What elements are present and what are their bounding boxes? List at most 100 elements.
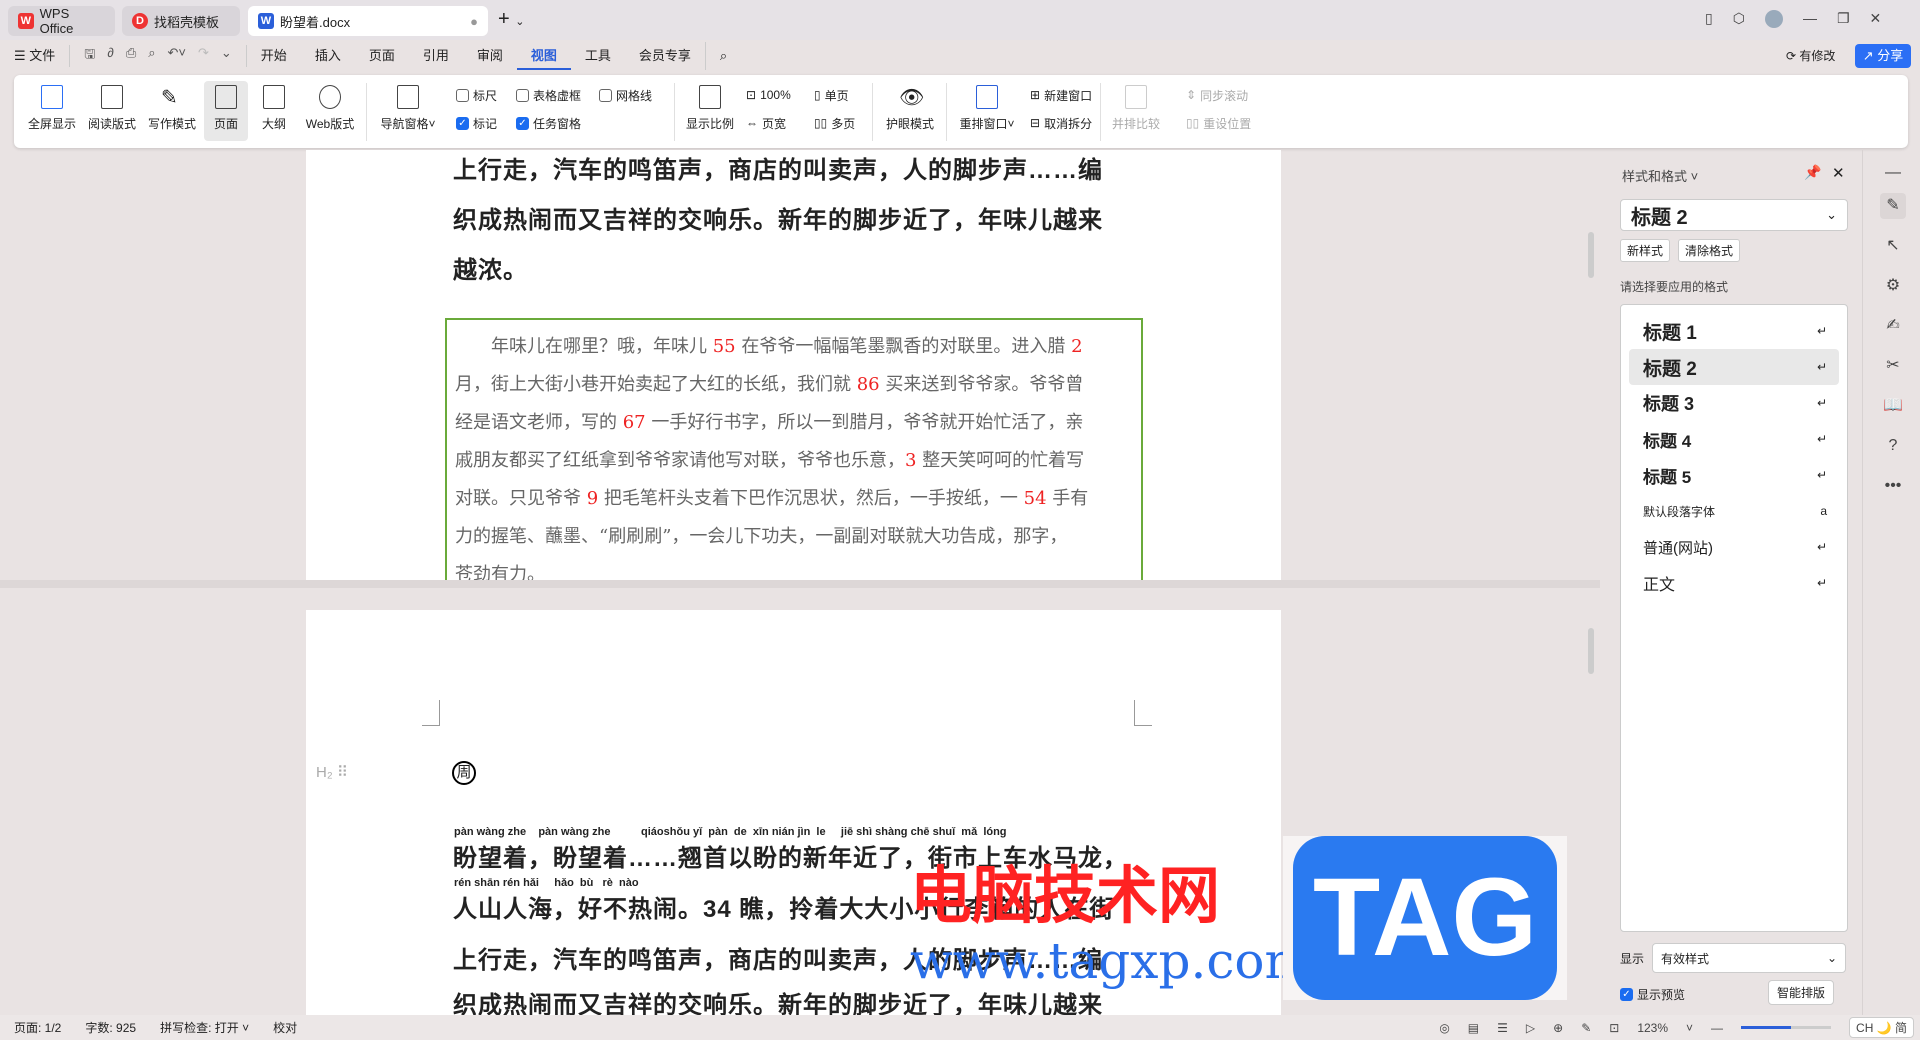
zoom-slider[interactable] — [1741, 1026, 1832, 1029]
cube-icon[interactable]: ⬡ — [1733, 10, 1745, 28]
sync-scroll-button[interactable]: ⇕ 同步滚动 — [1186, 85, 1248, 105]
clear-format-button[interactable]: 清除格式 — [1678, 239, 1741, 262]
multi-page-button[interactable]: ▯▯ 多页 — [814, 113, 855, 133]
print-preview-icon[interactable]: ⌕ — [148, 45, 155, 67]
pin-icon[interactable]: 📌 — [1804, 164, 1821, 181]
share-button[interactable]: ↗ 分享 — [1855, 44, 1911, 68]
smart-layout-button[interactable]: 智能排版 — [1768, 980, 1835, 1005]
outline-view-icon[interactable]: ☰ — [1497, 1021, 1508, 1035]
side-by-side-button[interactable]: 并排比较 — [1108, 81, 1164, 141]
new-window-button[interactable]: ⊞ 新建窗口 — [1030, 85, 1092, 105]
nav-pane-button[interactable]: 导航窗格˅ — [376, 81, 440, 141]
book-search-icon[interactable]: 📖 — [1880, 393, 1906, 419]
spell-check[interactable]: 拼写检查: 打开 ˅ — [160, 1019, 249, 1036]
panel-title[interactable]: 样式和格式 ˅ — [1622, 166, 1698, 185]
phone-icon[interactable]: ▯ — [1705, 10, 1713, 28]
fit-icon[interactable]: ⊡ — [1609, 1021, 1619, 1035]
play-icon[interactable]: ▷ — [1526, 1021, 1535, 1035]
heading-level-marker[interactable]: H₂ ⠿ — [316, 763, 348, 781]
eye-mode-button[interactable]: 👁 护眼模式 — [880, 81, 940, 141]
task-pane-checkbox[interactable]: ✓ 任务窗格 — [516, 113, 581, 133]
zoom-100-button[interactable]: ⊡ 100% — [746, 85, 791, 105]
ruler-checkbox[interactable]: 标尺 — [456, 85, 497, 105]
menu-page[interactable]: 页面 — [355, 42, 409, 70]
adjust-sliders-icon[interactable]: ⚙ — [1880, 273, 1906, 299]
unsaved-dot-icon[interactable]: ● — [470, 14, 478, 29]
write-icon[interactable]: ✎ — [1581, 1021, 1591, 1035]
tab-template[interactable]: D 找稻壳模板 — [122, 6, 240, 36]
current-style-dropdown[interactable]: 标题 2 ⌄ — [1620, 199, 1848, 231]
single-page-button[interactable]: ▯ 单页 — [814, 85, 849, 105]
web-view-icon[interactable]: ⊕ — [1553, 1021, 1563, 1035]
web-view-button[interactable]: Web版式 — [302, 81, 358, 141]
read-mode-button[interactable]: 阅读版式 — [86, 81, 138, 141]
menu-references[interactable]: 引用 — [409, 42, 463, 70]
minimize-button[interactable]: — — [1803, 10, 1817, 28]
new-tab-button[interactable]: + ⌄ — [498, 8, 524, 31]
menu-view[interactable]: 视图 — [516, 42, 571, 70]
style-item[interactable]: 标题 5 ↵ — [1629, 457, 1839, 493]
help-icon[interactable]: ? — [1880, 433, 1906, 459]
style-item[interactable]: 正文 ↵ — [1629, 565, 1839, 601]
style-item[interactable]: 普通(网站) ↵ — [1629, 529, 1839, 565]
search-icon[interactable]: ⌕ — [704, 42, 741, 70]
write-mode-button[interactable]: ✎ 写作模式 — [146, 81, 198, 141]
restore-button[interactable]: ❐ — [1837, 10, 1850, 28]
collapse-icon[interactable]: — — [1880, 160, 1906, 186]
menu-review[interactable]: 审阅 — [463, 42, 517, 70]
print-icon[interactable]: ⎙ — [126, 45, 136, 67]
show-preview-checkbox[interactable]: ✓ 显示预览 — [1620, 984, 1685, 1004]
new-style-button[interactable]: 新样式 — [1620, 239, 1671, 262]
style-item[interactable]: 标题 4 ↵ — [1629, 421, 1839, 457]
tab-document[interactable]: W 盼望着.docx ● — [248, 6, 488, 36]
tab-wps-office[interactable]: W WPS Office — [8, 6, 115, 36]
show-filter-dropdown[interactable]: 有效样式 ⌄ — [1652, 943, 1846, 973]
menu-insert[interactable]: 插入 — [301, 42, 355, 70]
scrollbar-top[interactable] — [1588, 232, 1594, 278]
file-menu[interactable]: ☰ 文件 — [0, 42, 69, 70]
table-grid-checkbox[interactable]: 表格虚框 — [516, 85, 581, 105]
avatar[interactable] — [1764, 10, 1783, 28]
style-item[interactable]: 标题 3 ↵ — [1629, 385, 1839, 421]
close-panel-icon[interactable]: ✕ — [1832, 164, 1845, 182]
more-icon[interactable]: ⌄ — [221, 45, 232, 67]
zoom-button[interactable]: 显示比例 — [682, 81, 738, 141]
page-view-button[interactable]: 页面 — [204, 81, 248, 141]
gridlines-checkbox[interactable]: 网格线 — [599, 85, 652, 105]
select-cursor-icon[interactable]: ↖ — [1880, 233, 1906, 259]
ime-indicator[interactable]: CH 🌙 简 — [1849, 1017, 1914, 1038]
more-options-icon[interactable]: ••• — [1880, 473, 1906, 499]
style-item[interactable]: 标题 1 ↵ — [1629, 313, 1839, 349]
split-divider[interactable] — [0, 580, 1600, 588]
rearrange-window-button[interactable]: 重排窗口˅ — [954, 81, 1020, 141]
menu-tools[interactable]: 工具 — [571, 42, 625, 70]
zoom-level[interactable]: 123% — [1637, 1021, 1668, 1035]
style-pen-icon[interactable]: ✎ — [1880, 193, 1906, 219]
zoom-out-button[interactable]: — — [1711, 1021, 1723, 1035]
fullscreen-button[interactable]: 全屏显示 — [26, 81, 78, 141]
menu-home[interactable]: 开始 — [247, 42, 301, 70]
scrollbar-bottom[interactable] — [1588, 628, 1594, 674]
ai-icon[interactable]: ✍ — [1880, 313, 1906, 339]
proofread-button[interactable]: 校对 — [273, 1019, 297, 1036]
page-view-icon[interactable]: ▤ — [1468, 1021, 1479, 1035]
save-icon[interactable]: 🖫 — [84, 45, 95, 67]
modified-status[interactable]: ⟳ 有修改 — [1786, 47, 1835, 64]
link-icon[interactable]: ∂ — [107, 45, 113, 67]
style-item[interactable]: 默认段落字体 a — [1629, 493, 1839, 529]
close-button[interactable]: ✕ — [1870, 10, 1882, 28]
eye-mode-icon[interactable]: ◎ — [1439, 1021, 1449, 1035]
reset-position-button[interactable]: ▯▯ 重设位置 — [1186, 113, 1251, 133]
outline-button[interactable]: 大纲 — [254, 81, 294, 141]
redo-icon[interactable]: ↷ — [198, 45, 209, 67]
bordered-paragraph[interactable]: 年味儿在哪里？哦，年味儿 55 在爷爷一幅幅笔墨飘香的对联里。进入腊 2 月，街上… — [445, 318, 1143, 585]
tools-icon[interactable]: ✂ — [1880, 353, 1906, 379]
style-item[interactable]: 标题 2 ↵ — [1629, 349, 1839, 385]
page-count[interactable]: 页面: 1/2 — [14, 1019, 61, 1036]
word-count[interactable]: 字数: 925 — [85, 1019, 136, 1036]
undo-icon[interactable]: ↶˅ — [168, 45, 186, 67]
menu-member[interactable]: 会员专享 — [625, 42, 705, 70]
cancel-split-button[interactable]: ⊟ 取消拆分 — [1030, 113, 1092, 133]
page-width-button[interactable]: ⇔ 页宽 — [746, 113, 786, 133]
marks-checkbox[interactable]: ✓ 标记 — [456, 113, 497, 133]
